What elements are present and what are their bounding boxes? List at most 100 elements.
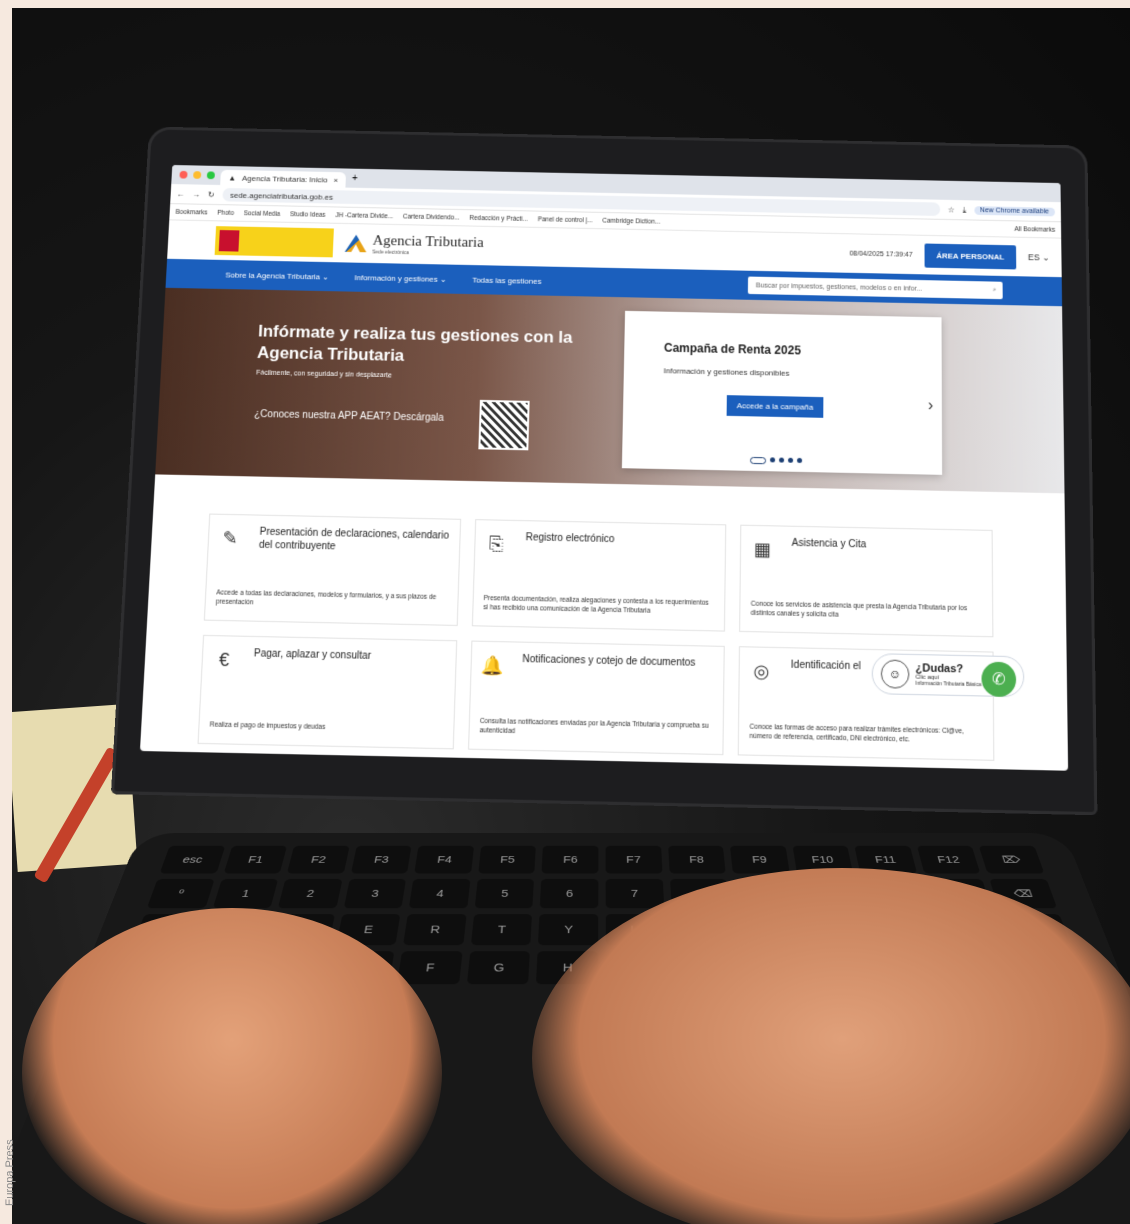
keyboard-key[interactable]: F1 — [223, 846, 287, 874]
search-input[interactable]: Buscar por impuestos, gestiones, modelos… — [748, 277, 1003, 300]
keyboard-key[interactable]: Y — [538, 914, 598, 945]
keyboard-key[interactable]: F3 — [351, 846, 412, 874]
minimize-window-icon[interactable] — [193, 171, 201, 179]
service-tile[interactable]: ✎ Presentación de declaraciones, calenda… — [204, 514, 461, 626]
hero-app-link[interactable]: ¿Conoces nuestra APP AEAT? Descárgala — [254, 409, 444, 424]
language-selector[interactable]: ES ⌄ — [1028, 252, 1050, 263]
tile-desc: Realiza el pago de impuestos y deudas — [209, 722, 442, 736]
keyboard-key[interactable]: F2 — [287, 846, 349, 874]
bookmark-item[interactable]: Panel de control |... — [538, 216, 593, 224]
tile-desc: Conoce los servicios de asistencia que p… — [751, 601, 982, 624]
keyboard-key[interactable]: F6 — [542, 846, 599, 874]
tile-title: Pagar, aplazar y consultar — [254, 647, 446, 664]
bookmark-item[interactable]: Cartera Dividendo... — [403, 213, 460, 221]
hero-subtitle: Fácilmente, con seguridad y sin desplaza… — [256, 370, 392, 380]
phone-icon[interactable]: ✆ — [981, 662, 1016, 698]
keyboard-key[interactable]: 3 — [343, 879, 406, 908]
forward-icon[interactable]: → — [192, 190, 200, 199]
keyboard-key[interactable]: F — [397, 951, 462, 984]
help-info: Información Tributaria Básica — [915, 680, 981, 688]
nav-item[interactable]: Todas las gestiones — [472, 275, 542, 285]
keyboard-key[interactable]: 6 — [540, 879, 598, 908]
keyboard-key[interactable]: F4 — [414, 846, 474, 874]
campaign-title: Campaña de Renta 2025 — [664, 341, 801, 358]
keyboard-key[interactable]: 2 — [278, 879, 342, 908]
service-tile[interactable]: € Pagar, aplazar y consultar Realiza el … — [198, 635, 457, 749]
tile-title: Registro electrónico — [525, 531, 715, 548]
qr-code — [478, 400, 529, 450]
bookmark-item[interactable]: JH -Cartera Divide... — [335, 212, 393, 220]
services-grid: ✎ Presentación de declaraciones, calenda… — [198, 514, 995, 761]
carousel-dot[interactable] — [797, 458, 802, 463]
keyboard-key[interactable]: esc — [160, 846, 225, 874]
campaign-button[interactable]: Accede a la campaña — [727, 395, 824, 418]
keyboard-key[interactable]: F5 — [478, 846, 536, 874]
keyboard-key[interactable]: F9 — [730, 846, 790, 874]
tile-title: Notificaciones y cotejo de documentos — [522, 653, 714, 670]
nav-item[interactable]: Sobre la Agencia Tributaria ⌄ — [225, 270, 329, 281]
nav-item[interactable]: Información y gestiones ⌄ — [354, 273, 446, 284]
service-tile[interactable]: 🔔 Notificaciones y cotejo de documentos … — [468, 641, 725, 756]
keyboard-key[interactable]: R — [403, 914, 466, 945]
area-personal-button[interactable]: ÁREA PERSONAL — [924, 243, 1016, 269]
keyboard-key[interactable]: G — [467, 951, 531, 984]
bookmark-item[interactable]: Redacción y Prácti... — [469, 215, 528, 223]
back-icon[interactable]: ← — [176, 189, 184, 198]
chevron-right-icon[interactable]: › — [928, 397, 933, 415]
keyboard-key[interactable]: F7 — [606, 846, 663, 874]
search-icon[interactable]: ⌕ — [993, 286, 997, 294]
tile-desc: Conoce las formas de acceso para realiza… — [749, 724, 983, 747]
keyboard-key[interactable]: ⌦ — [979, 846, 1044, 874]
keyboard-key[interactable]: T — [471, 914, 533, 945]
search-placeholder: Buscar por impuestos, gestiones, modelos… — [756, 282, 922, 292]
keyboard-key[interactable]: F8 — [668, 846, 726, 874]
hero-title: Infórmate y realiza tus gestiones con la… — [257, 321, 576, 371]
close-window-icon[interactable] — [179, 171, 187, 179]
keyboard-key[interactable]: 5 — [475, 879, 535, 908]
campaign-subtitle: Información y gestiones disponibles — [664, 366, 790, 377]
bookmark-item[interactable]: Cambridge Diction... — [602, 217, 660, 225]
all-bookmarks[interactable]: All Bookmarks — [1014, 226, 1055, 234]
browser-tab[interactable]: ▲ Agencia Tributaria: Inicio × — [220, 170, 346, 188]
bookmark-item[interactable]: Photo — [217, 209, 234, 216]
new-tab-icon[interactable]: + — [352, 173, 358, 184]
maximize-window-icon[interactable] — [207, 171, 215, 179]
tile-desc: Consulta las notificaciones enviadas por… — [479, 718, 713, 741]
close-tab-icon[interactable]: × — [333, 175, 338, 184]
government-logo[interactable] — [215, 226, 334, 257]
carousel-dot[interactable] — [788, 458, 793, 463]
keyboard-key[interactable]: º — [147, 879, 215, 908]
carousel-dots[interactable] — [750, 457, 802, 465]
tile-desc: Presenta documentación, realiza alegacio… — [483, 595, 714, 618]
carousel-dot[interactable] — [770, 457, 775, 462]
download-icon[interactable]: ⤓ — [963, 205, 967, 215]
agency-brand[interactable]: Agencia Tributaria Sede electrónica — [345, 232, 484, 257]
keyboard-key[interactable]: 1 — [212, 879, 278, 908]
keyboard-key[interactable]: F12 — [917, 846, 981, 874]
new-chrome-button[interactable]: New Chrome available — [974, 206, 1055, 216]
photo-credit: Europa Press — [4, 1126, 16, 1206]
keyboard-key[interactable]: 7 — [606, 879, 664, 908]
bookmark-item[interactable]: Bookmarks — [175, 208, 207, 215]
service-tile[interactable]: ▦ Asistencia y Cita Conoce los servicios… — [739, 525, 993, 638]
register-icon: ⎘ — [485, 532, 508, 555]
brand-name: Agencia Tributaria — [372, 233, 484, 252]
tile-title: Presentación de declaraciones, calendari… — [259, 526, 450, 556]
reload-icon[interactable]: ↻ — [208, 190, 215, 199]
hero-banner: Infórmate y realiza tus gestiones con la… — [155, 288, 1064, 494]
datetime: 08/04/2025 17:39:47 — [849, 250, 912, 258]
photo: ▲ Agencia Tributaria: Inicio × + ← → ↻ s… — [12, 8, 1130, 1224]
service-tile[interactable]: ⎘ Registro electrónico Presenta document… — [472, 519, 727, 632]
bookmark-item[interactable]: Studio Ideas — [290, 211, 326, 218]
euro-icon: € — [212, 648, 235, 671]
coat-of-arms-icon — [219, 230, 240, 252]
favicon-icon: ▲ — [228, 173, 236, 182]
agency-logo-icon — [345, 235, 367, 253]
bookmark-item[interactable]: Social Media — [244, 210, 281, 217]
laptop: ▲ Agencia Tributaria: Inicio × + ← → ↻ s… — [111, 127, 1098, 816]
keyboard-key[interactable]: 4 — [409, 879, 470, 908]
carousel-dot[interactable] — [779, 458, 784, 463]
star-icon[interactable]: ☆ — [948, 205, 955, 214]
bell-icon: 🔔 — [481, 654, 504, 677]
carousel-dot[interactable] — [750, 457, 766, 464]
